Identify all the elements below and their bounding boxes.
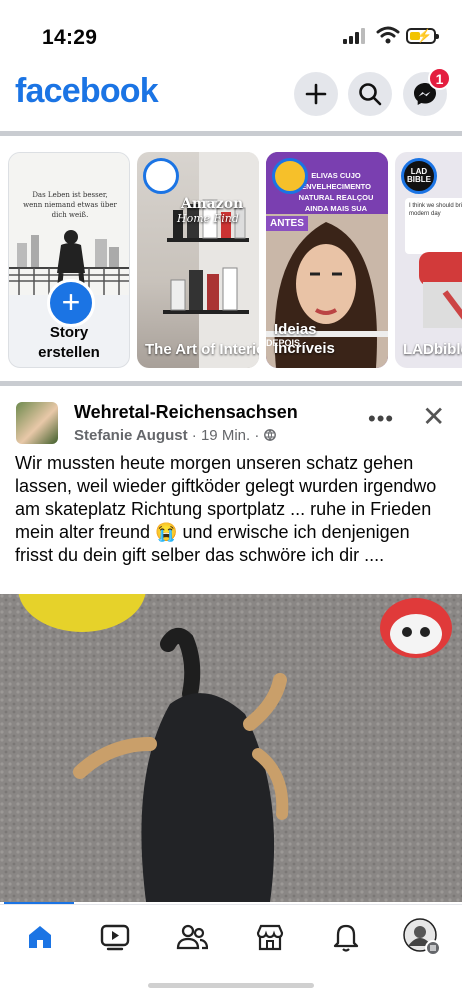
nav-notifications[interactable] — [326, 917, 366, 957]
more-options-icon[interactable]: ••• — [368, 406, 394, 432]
dog-photo — [0, 594, 462, 902]
post-header: Wehretal-Reichensachsen Stefanie August … — [0, 400, 462, 452]
status-time: 14:29 — [42, 26, 98, 49]
battery-icon: ⚡ — [406, 28, 439, 44]
marketplace-icon — [256, 924, 284, 951]
friends-icon — [176, 924, 208, 950]
group-name[interactable]: Wehretal-Reichensachsen — [74, 402, 298, 423]
story-caption: LADbible — [403, 341, 462, 358]
facebook-logo[interactable]: facebook — [15, 72, 159, 111]
home-indicator — [148, 983, 314, 988]
globe-icon — [263, 429, 276, 441]
nav-marketplace[interactable] — [250, 917, 290, 957]
nav-home[interactable] — [20, 917, 60, 957]
author-name[interactable]: Stefanie August — [74, 427, 188, 444]
create-story-card[interactable]: Das Leben ist besser, wenn niemand etwas… — [8, 152, 130, 368]
story-overlay-subtitle: Home Find — [177, 212, 239, 225]
story-image — [419, 252, 462, 328]
search-button[interactable] — [348, 72, 392, 116]
create-button[interactable] — [294, 72, 338, 116]
before-tag: ANTES — [266, 216, 308, 231]
post-text: Wir mussten heute morgen unseren schatz … — [15, 453, 437, 565]
nav-video[interactable] — [95, 917, 135, 957]
story-card[interactable]: I think we should bring this modern day … — [395, 152, 462, 368]
bottom-nav — [0, 904, 462, 971]
home-icon — [29, 926, 51, 948]
nav-profile-menu[interactable] — [402, 917, 442, 957]
story-quote-text: Das Leben ist besser, wenn niemand etwas… — [23, 191, 117, 219]
story-overlay-title: Amazon — [181, 196, 244, 212]
add-story-icon[interactable]: + — [47, 279, 95, 327]
signal-icon — [343, 28, 365, 44]
bell-icon — [333, 924, 359, 952]
status-bar: 14:29 ⚡ — [0, 0, 462, 64]
divider — [0, 131, 462, 136]
profile-icon — [403, 918, 441, 956]
messenger-badge: 1 — [428, 67, 451, 90]
author-avatar[interactable] — [16, 402, 58, 444]
story-card[interactable]: ELIVAS CUJO ENVELHECIMENTO NATURAL REALÇ… — [266, 152, 388, 368]
nav-friends[interactable] — [172, 917, 212, 957]
story-caption: The Art of Interior Desi... — [145, 341, 259, 358]
stories-tray: Das Leben ist besser, wenn niemand etwas… — [0, 150, 462, 370]
search-icon — [359, 83, 382, 106]
video-icon — [100, 924, 130, 951]
create-story-label: Story erstellen — [38, 324, 100, 361]
plus-icon — [305, 83, 327, 105]
post-time[interactable]: 19 Min. — [201, 427, 250, 444]
app-header: facebook — [0, 64, 462, 130]
story-avatar — [143, 158, 179, 194]
story-caption: Ideias Incríveis — [274, 321, 335, 357]
divider — [0, 381, 462, 386]
post-meta: Stefanie August · 19 Min. · — [74, 427, 276, 444]
close-icon[interactable]: ✕ — [422, 400, 445, 433]
story-preview-image: Das Leben ist besser, wenn niemand etwas… — [9, 153, 129, 295]
post-photo[interactable] — [0, 594, 462, 902]
wifi-icon — [376, 26, 400, 44]
story-avatar — [272, 158, 308, 194]
story-card[interactable]: Amazon Home Find The Art of Interior Des… — [137, 152, 259, 368]
story-avatar: LAD BIBLE — [401, 158, 437, 194]
